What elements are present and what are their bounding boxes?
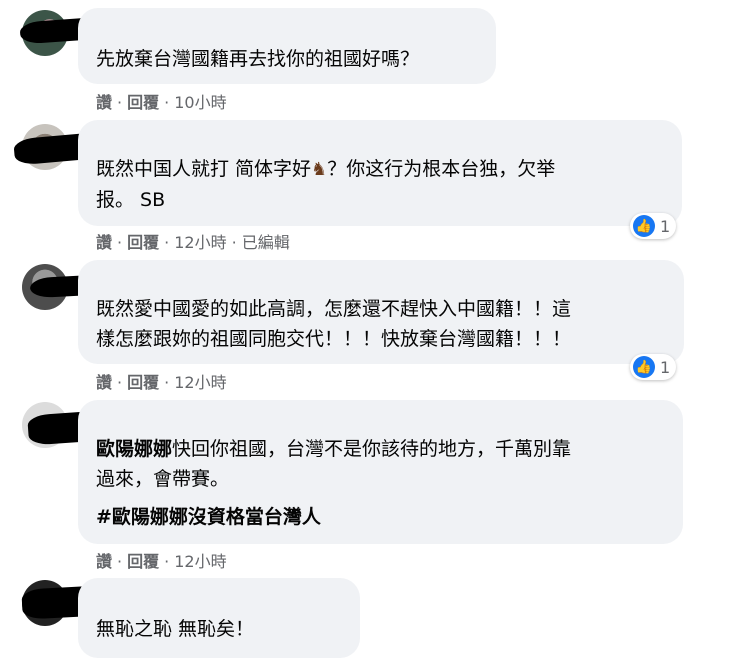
timestamp[interactable]: 12小時 xyxy=(174,373,226,392)
timestamp[interactable]: 10小時 xyxy=(174,93,226,112)
comment-bubble: 既然中国人就打 简体字好♞？你这行为根本台独，欠举 报。 SB xyxy=(78,120,682,226)
comment-text: 先放棄台灣國籍再去找你的祖國好嗎？ xyxy=(96,48,420,70)
comment-bubble: 既然愛中國愛的如此高調，怎麼還不趕快入中國籍！！這 樣怎麼跟妳的祖國同胞交代！！… xyxy=(78,260,684,364)
comment-text-line: 既然愛中國愛的如此高調，怎麼還不趕快入中國籍！！這 xyxy=(96,298,572,320)
comment-meta: 讚 · 回覆 · 12小時 xyxy=(96,373,227,392)
comment-bubble: 先放棄台灣國籍再去找你的祖國好嗎？ xyxy=(78,8,496,84)
edited-label[interactable]: 已編輯 xyxy=(242,233,290,252)
like-link[interactable]: 讚 xyxy=(96,552,112,571)
like-icon: 👍 xyxy=(633,215,655,237)
timestamp[interactable]: 12小時 xyxy=(174,233,226,252)
like-link[interactable]: 讚 xyxy=(96,373,112,392)
reply-link[interactable]: 回覆 xyxy=(127,93,159,112)
comment-text-line: 歐陽娜娜快回你祖國，台灣不是你該待的地方，千萬別靠 xyxy=(96,438,572,460)
like-link[interactable]: 讚 xyxy=(96,233,112,252)
comment-bubble: 歐陽娜娜快回你祖國，台灣不是你該待的地方，千萬別靠 過來，會帶賽。 #歐陽娜娜沒… xyxy=(78,400,683,544)
mention-link[interactable]: 歐陽娜娜 xyxy=(96,438,172,460)
like-icon: 👍 xyxy=(633,356,655,378)
comment-meta: 讚 · 回覆 · 12小時 · 已編輯 xyxy=(96,233,290,252)
comment-text: 無恥之恥 無恥矣！ xyxy=(96,618,255,640)
reply-link[interactable]: 回覆 xyxy=(127,233,159,252)
like-link[interactable]: 讚 xyxy=(96,93,112,112)
reaction-count[interactable]: 👍 1 xyxy=(630,213,677,239)
comment-text-line: 樣怎麼跟妳的祖國同胞交代！！！快放棄台灣國籍！！！ xyxy=(96,328,572,350)
comment-meta: 讚 · 回覆 · 10小時 xyxy=(96,93,227,112)
reply-link[interactable]: 回覆 xyxy=(127,552,159,571)
comment-text-line: 既然中国人就打 简体字好♞？你这行为根本台独，欠举 xyxy=(96,154,664,185)
hashtag-link[interactable]: #歐陽娜娜沒資格當台灣人 xyxy=(96,502,665,532)
comment-bubble: 無恥之恥 無恥矣！ xyxy=(78,578,360,658)
reply-link[interactable]: 回覆 xyxy=(127,373,159,392)
reaction-count[interactable]: 👍 1 xyxy=(630,354,677,380)
comment-text-line: 报。 SB xyxy=(96,189,166,211)
comment-text-line: 過來，會帶賽。 xyxy=(96,468,230,490)
comment-meta: 讚 · 回覆 · 12小時 xyxy=(96,552,227,571)
timestamp[interactable]: 12小時 xyxy=(174,552,226,571)
horse-emoji-icon: ♞ xyxy=(311,159,328,180)
